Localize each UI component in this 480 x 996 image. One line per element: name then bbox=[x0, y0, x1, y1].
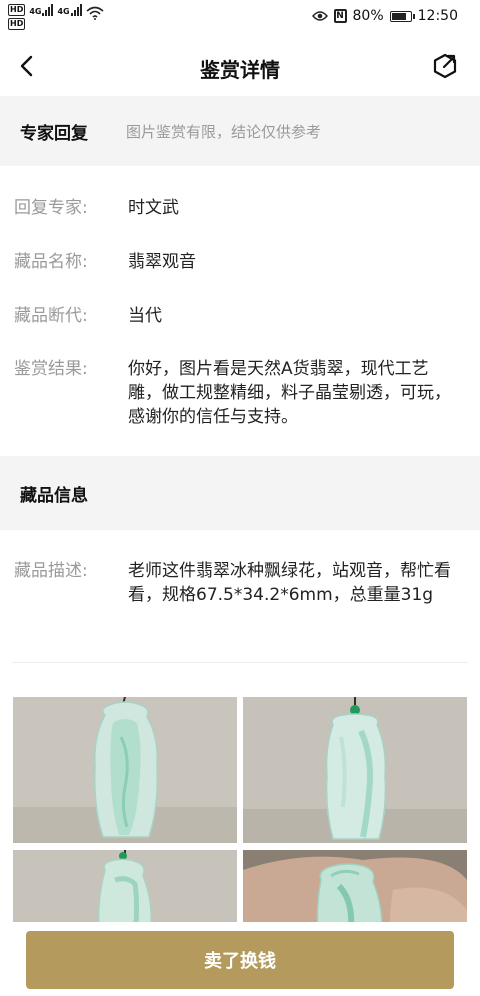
section-title: 专家回复 bbox=[20, 123, 88, 144]
battery-icon bbox=[389, 10, 415, 22]
appraisal-result-row: 鉴赏结果: 你好，图片看是天然A货翡翠，现代工艺雕，做工规整精细，料子晶莹剔透，… bbox=[14, 357, 460, 429]
eye-comfort-icon bbox=[311, 11, 328, 21]
status-bar: HD HD 4G 4G N 80% 12:50 bbox=[0, 0, 480, 36]
collection-info-header: 藏品信息 bbox=[0, 456, 480, 530]
page-title: 鉴赏详情 bbox=[200, 58, 280, 82]
row-label: 藏品名称: bbox=[14, 252, 88, 272]
row-value: 时文武 bbox=[128, 198, 179, 218]
row-label: 鉴赏结果: bbox=[14, 359, 88, 379]
row-value: 当代 bbox=[128, 306, 162, 326]
divider bbox=[12, 662, 468, 663]
bottom-action-bar: 卖了换钱 bbox=[0, 922, 480, 996]
hd-badge: HD bbox=[8, 18, 26, 30]
battery-percent: 80% bbox=[352, 8, 384, 24]
hd-badge: HD bbox=[8, 4, 26, 16]
item-description-row: 藏品描述: 老师这件翡翠冰种飘绿花，站观音，帮忙看看，规格67.5*34.2*6… bbox=[14, 559, 460, 607]
row-value: 翡翠观音 bbox=[128, 252, 196, 272]
jade-photo-front[interactable] bbox=[13, 697, 237, 843]
clock: 12:50 bbox=[417, 8, 458, 24]
item-name-row: 藏品名称: 翡翠观音 bbox=[14, 250, 460, 274]
nfc-icon: N bbox=[333, 9, 347, 23]
expert-reply-header: 专家回复 图片鉴赏有限，结论仅供参考 bbox=[0, 96, 480, 166]
item-era-row: 藏品断代: 当代 bbox=[14, 304, 460, 328]
expert-name-row: 回复专家: 时文武 bbox=[14, 196, 460, 220]
nav-bar: 鉴赏详情 bbox=[0, 36, 480, 96]
wifi-icon bbox=[86, 6, 104, 20]
disclaimer-note: 图片鉴赏有限，结论仅供参考 bbox=[126, 122, 322, 141]
row-label: 藏品描述: bbox=[14, 561, 88, 581]
sell-for-cash-button[interactable]: 卖了换钱 bbox=[26, 931, 454, 989]
row-label: 回复专家: bbox=[14, 198, 88, 218]
section-title: 藏品信息 bbox=[20, 485, 88, 506]
row-value: 你好，图片看是天然A货翡翠，现代工艺雕，做工规整精细，料子晶莹剔透，可玩，感谢你… bbox=[128, 359, 451, 427]
share-icon[interactable] bbox=[432, 52, 458, 80]
row-value: 老师这件翡翠冰种飘绿花，站观音，帮忙看看，规格67.5*34.2*6mm，总重量… bbox=[128, 561, 451, 605]
jade-photo-side[interactable] bbox=[243, 697, 467, 843]
signal-icon: 4G bbox=[57, 4, 82, 16]
signal-icon: 4G bbox=[29, 4, 54, 16]
row-label: 藏品断代: bbox=[14, 306, 88, 326]
